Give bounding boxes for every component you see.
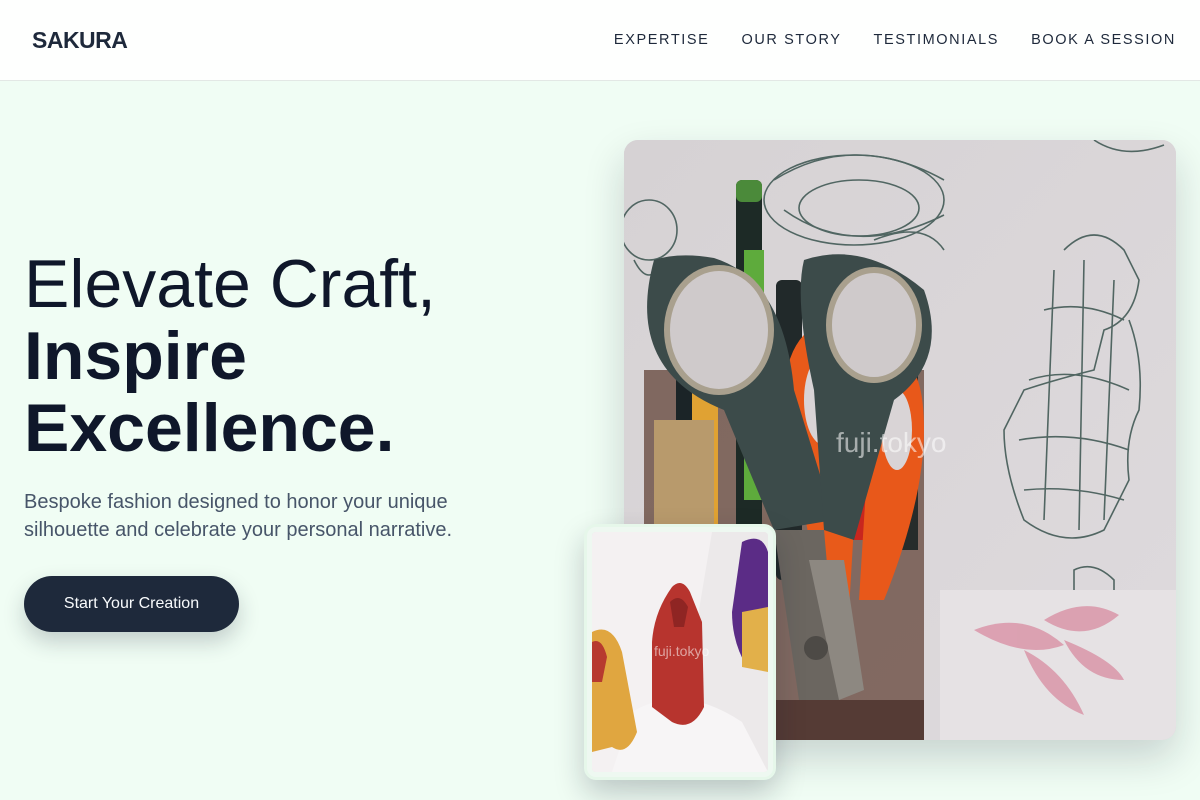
hero-subtitle: Bespoke fashion designed to honor your u… — [24, 491, 453, 541]
hero-secondary-image-frame: fuji.tokyo — [584, 524, 776, 780]
nav-expertise[interactable]: EXPERTISE — [614, 32, 710, 48]
hero-title-line-1: Elevate Craft, — [24, 246, 436, 322]
nav-our-story[interactable]: OUR STORY — [741, 32, 841, 48]
site-logo[interactable]: SAKURA — [32, 27, 128, 54]
hero-title-line-2: Inspire — [24, 318, 247, 394]
garments-photo: fuji.tokyo — [592, 532, 768, 772]
hero-title: Elevate Craft, Inspire Excellence. — [24, 248, 584, 464]
main-image-watermark: fuji.tokyo — [836, 427, 947, 458]
nav-testimonials[interactable]: TESTIMONIALS — [874, 32, 1000, 48]
start-creation-button[interactable]: Start Your Creation — [24, 576, 239, 632]
hero-title-line-3: Excellence. — [24, 390, 395, 466]
small-image-watermark: fuji.tokyo — [654, 643, 709, 659]
main-nav: EXPERTISE OUR STORY TESTIMONIALS BOOK A … — [614, 32, 1176, 48]
nav-book-a-session[interactable]: BOOK A SESSION — [1031, 32, 1176, 48]
site-header: SAKURA EXPERTISE OUR STORY TESTIMONIALS … — [0, 0, 1200, 81]
hanging-garments-photo: fuji.tokyo — [592, 532, 768, 772]
